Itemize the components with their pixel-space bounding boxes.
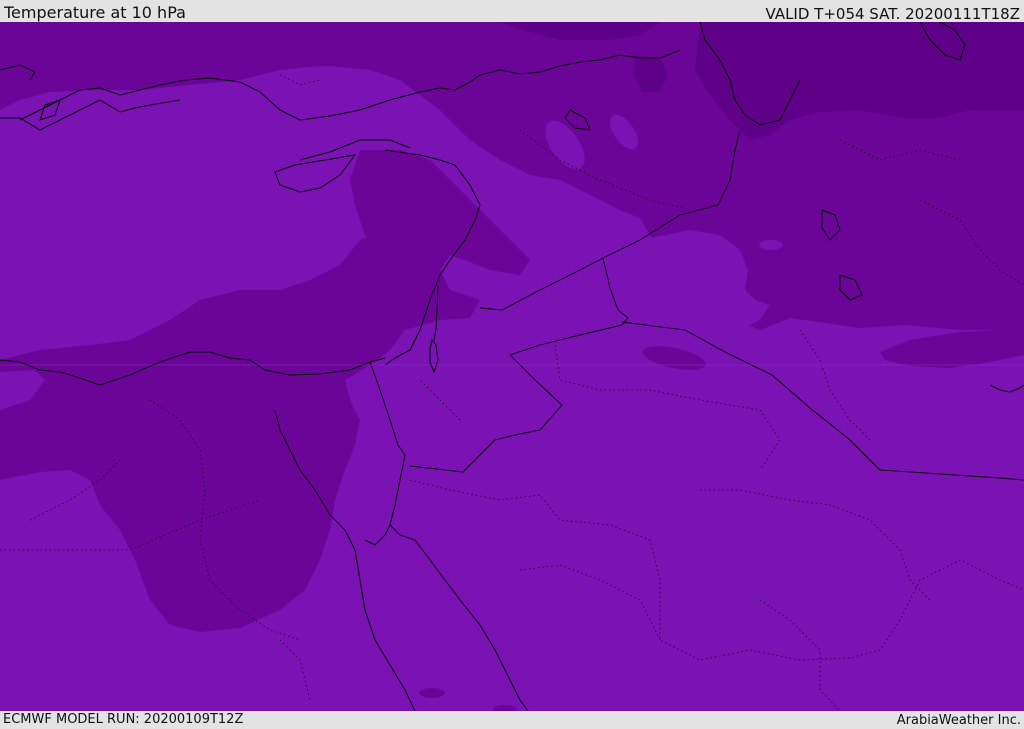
valid-time: VALID T+054 SAT. 20200111T18Z	[765, 5, 1020, 23]
cool-spot-south	[419, 688, 445, 698]
map-title: Temperature at 10 hPa	[4, 3, 186, 22]
map-area	[0, 22, 1024, 711]
map-canvas	[0, 22, 1024, 711]
warm-spot-3	[759, 240, 783, 250]
credit-label: ArabiaWeather Inc.	[896, 713, 1021, 728]
weather-map-page: Temperature at 10 hPa VALID T+054 SAT. 2…	[0, 0, 1024, 729]
model-run-label: ECMWF MODEL RUN: 20200109T12Z	[3, 712, 244, 727]
